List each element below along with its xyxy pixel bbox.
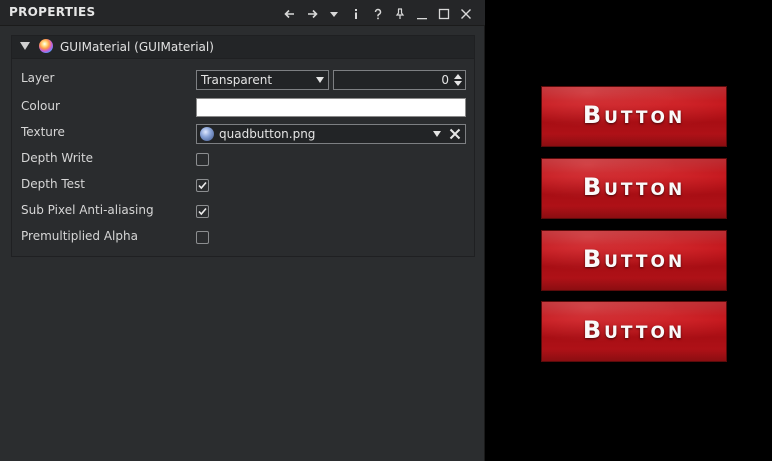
pin-icon[interactable] <box>389 4 411 22</box>
section-header[interactable]: GUIMaterial (GUIMaterial) <box>12 36 474 59</box>
maximize-icon[interactable] <box>433 4 455 22</box>
texture-label: Texture <box>21 125 65 139</box>
colour-swatch[interactable] <box>196 98 466 117</box>
minimize-icon[interactable] <box>411 4 433 22</box>
premultiplied-label: Premultiplied Alpha <box>21 229 138 243</box>
layer-value: Transparent <box>201 73 273 87</box>
panel-titlebar: PROPERTIES <box>0 0 485 26</box>
depth-test-checkbox[interactable] <box>196 179 209 192</box>
preview-button-label: Button <box>582 101 686 129</box>
texture-dropdown[interactable]: quadbutton.png <box>196 124 466 144</box>
preview-button-label: Button <box>582 316 686 344</box>
forward-arrow-icon[interactable] <box>301 4 323 22</box>
close-icon[interactable] <box>455 4 477 22</box>
checkmark-icon <box>198 181 207 190</box>
layer-label: Layer <box>21 71 55 85</box>
premultiplied-checkbox[interactable] <box>196 231 209 244</box>
layer-number-spinner[interactable]: 0 <box>333 70 466 90</box>
section-title: GUIMaterial (GUIMaterial) <box>60 40 214 54</box>
guimaterial-section: GUIMaterial (GUIMaterial) <box>11 35 475 257</box>
back-arrow-icon[interactable] <box>279 4 301 22</box>
colour-label: Colour <box>21 99 60 113</box>
preview-button-label: Button <box>582 173 686 201</box>
properties-panel: PROPERTIES GUIMaterial (GUIMaterial) Lay… <box>0 0 485 461</box>
preview-button-label: Button <box>582 245 686 273</box>
depth-write-label: Depth Write <box>21 151 94 165</box>
checkmark-icon <box>198 207 207 216</box>
material-sphere-icon <box>39 39 53 53</box>
layer-number-value: 0 <box>441 73 449 87</box>
dropdown-menu-icon[interactable] <box>323 4 345 22</box>
spinner-arrows-icon[interactable] <box>454 73 462 87</box>
chevron-down-icon[interactable] <box>433 131 441 137</box>
layer-dropdown[interactable]: Transparent <box>196 70 329 90</box>
preview-button-3[interactable]: Button <box>541 230 727 291</box>
preview-button-1[interactable]: Button <box>541 86 727 147</box>
help-icon[interactable] <box>367 4 389 22</box>
panel-title: PROPERTIES <box>9 5 96 19</box>
sub-pixel-checkbox[interactable] <box>196 205 209 218</box>
titlebar-toolbar <box>279 4 477 22</box>
texture-globe-icon <box>200 127 214 141</box>
texture-value: quadbutton.png <box>219 127 316 141</box>
preview-button-4[interactable]: Button <box>541 301 727 362</box>
depth-write-checkbox[interactable] <box>196 153 209 166</box>
chevron-down-icon <box>316 77 324 83</box>
collapse-arrow-icon[interactable] <box>20 42 30 51</box>
sub-pixel-label: Sub Pixel Anti-aliasing <box>21 203 154 217</box>
depth-test-label: Depth Test <box>21 177 85 191</box>
info-icon[interactable] <box>345 4 367 22</box>
clear-texture-icon[interactable] <box>449 128 461 140</box>
preview-button-2[interactable]: Button <box>541 158 727 219</box>
